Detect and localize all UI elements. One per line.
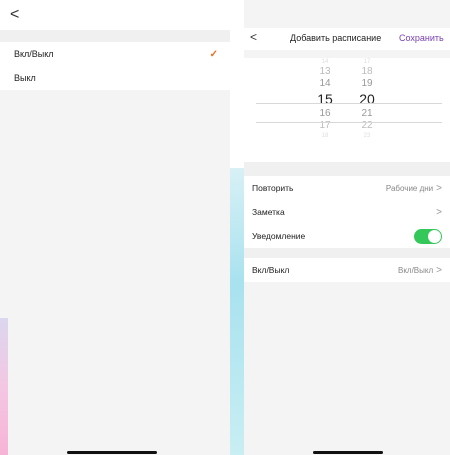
onoff-row[interactable]: Вкл/Выкл Вкл/Выкл > [244,258,450,282]
toggle-knob [428,229,441,243]
minute-value-selected: 20 [359,91,375,107]
minute-value: 17 [363,59,371,65]
picker-selection-line-top [256,103,442,104]
schedule-header: < Добавить расписание Сохранить [244,28,450,50]
back-icon[interactable]: < [10,6,19,24]
action-settings: Вкл/Выкл Вкл/Выкл > [244,258,450,282]
repeat-row[interactable]: Повторить Рабочие дни > [244,176,450,200]
hour-value: 18 [321,133,329,139]
minute-value: 23 [363,133,371,139]
save-button[interactable]: Сохранить [399,33,444,43]
section-gap [0,30,230,42]
options-list: Вкл/Выкл ✓ Выкл [0,42,230,90]
chevron-right-icon: > [436,206,442,218]
home-indicator[interactable] [313,451,383,454]
notification-label: Уведомление [252,231,306,241]
note-label: Заметка [252,207,285,217]
checkmark-icon: ✓ [209,48,218,60]
option-label: Выкл [14,73,36,83]
notification-row: Уведомление [244,224,450,248]
chevron-right-icon: > [436,182,442,194]
onoff-value: Вкл/Выкл [397,265,434,275]
option-onoff[interactable]: Вкл/Выкл ✓ [0,42,230,66]
screen-divider [230,0,244,455]
hour-value: 13 [319,66,331,77]
repeat-label: Повторить [252,183,294,193]
hour-wheel[interactable]: 14 13 14 15 16 17 18 [310,58,340,140]
hour-value: 16 [319,108,331,119]
home-indicator[interactable] [67,451,157,454]
hour-value-selected: 15 [317,91,333,107]
minute-value: 21 [361,108,373,119]
schedule-settings: Повторить Рабочие дни > Заметка > Уведомл… [244,176,450,248]
back-icon[interactable]: < [250,30,257,44]
minute-value: 19 [361,78,373,89]
add-schedule-screen: < Добавить расписание Сохранить 14 13 14… [244,0,450,455]
section-gap [244,162,450,176]
minute-wheel[interactable]: 17 18 19 20 21 22 23 [352,58,382,140]
repeat-value: Рабочие дни [385,183,434,193]
options-screen: < Вкл/Выкл ✓ Выкл [0,0,230,455]
wallpaper-edge [0,318,8,455]
chevron-right-icon: > [436,264,442,276]
onoff-label: Вкл/Выкл [252,265,290,275]
minute-value: 18 [361,66,373,77]
picker-selection-line-bottom [256,122,442,123]
note-row[interactable]: Заметка > [244,200,450,224]
section-gap [244,248,450,258]
option-label: Вкл/Выкл [14,49,54,59]
page-title: Добавить расписание [290,33,382,43]
option-off[interactable]: Выкл [0,66,230,90]
wallpaper-edge [230,168,244,455]
hour-value: 14 [321,59,329,65]
hour-value: 14 [319,78,331,89]
options-header: < [0,0,230,30]
time-picker[interactable]: 14 13 14 15 16 17 18 17 18 19 20 21 22 2… [244,58,450,162]
notification-toggle[interactable] [414,228,442,244]
